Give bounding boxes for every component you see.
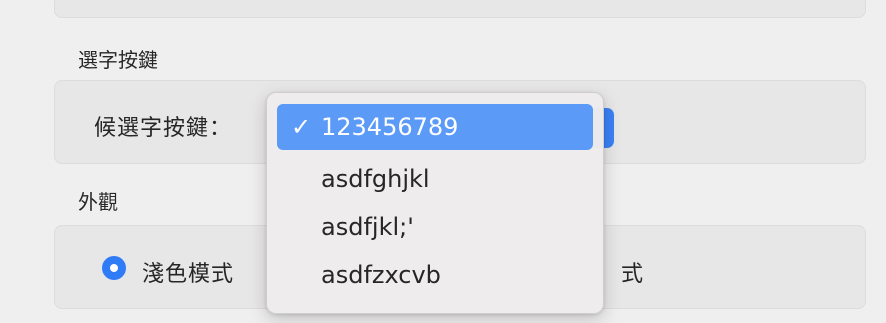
second-appearance-option-label[interactable]: 式 <box>604 256 644 290</box>
menu-item-label: asdfjkl;' <box>321 213 414 241</box>
menu-item-asdfghjkl[interactable]: asdfghjkl <box>277 156 593 202</box>
selection-keys-dropdown-menu: ✓ 123456789 asdfghjkl asdfjkl;' asdfzxcv… <box>266 92 604 314</box>
selection-keys-section-title: 選字按鍵 <box>78 48 158 72</box>
radio-selected-dot <box>110 264 118 272</box>
menu-item-label: asdfghjkl <box>321 165 430 193</box>
menu-item-asdfjkl[interactable]: asdfjkl;' <box>277 204 593 250</box>
light-mode-radio[interactable] <box>102 256 126 280</box>
preferences-window: 選字按鍵 候選字按鍵： 外觀 淺色模式 式 ✓ 123456789 asdfgh… <box>0 0 886 323</box>
checkmark-icon: ✓ <box>290 113 312 141</box>
light-mode-label[interactable]: 淺色模式 <box>142 256 234 288</box>
previous-group-box <box>54 0 866 18</box>
appearance-section-title: 外觀 <box>78 190 118 214</box>
selection-keys-row-label: 候選字按鍵： <box>94 116 233 141</box>
menu-item-asdfzxcvb[interactable]: asdfzxcvb <box>277 252 593 298</box>
menu-item-label: asdfzxcvb <box>321 261 441 289</box>
menu-item-label: 123456789 <box>321 113 459 141</box>
menu-item-123456789[interactable]: ✓ 123456789 <box>277 104 593 150</box>
